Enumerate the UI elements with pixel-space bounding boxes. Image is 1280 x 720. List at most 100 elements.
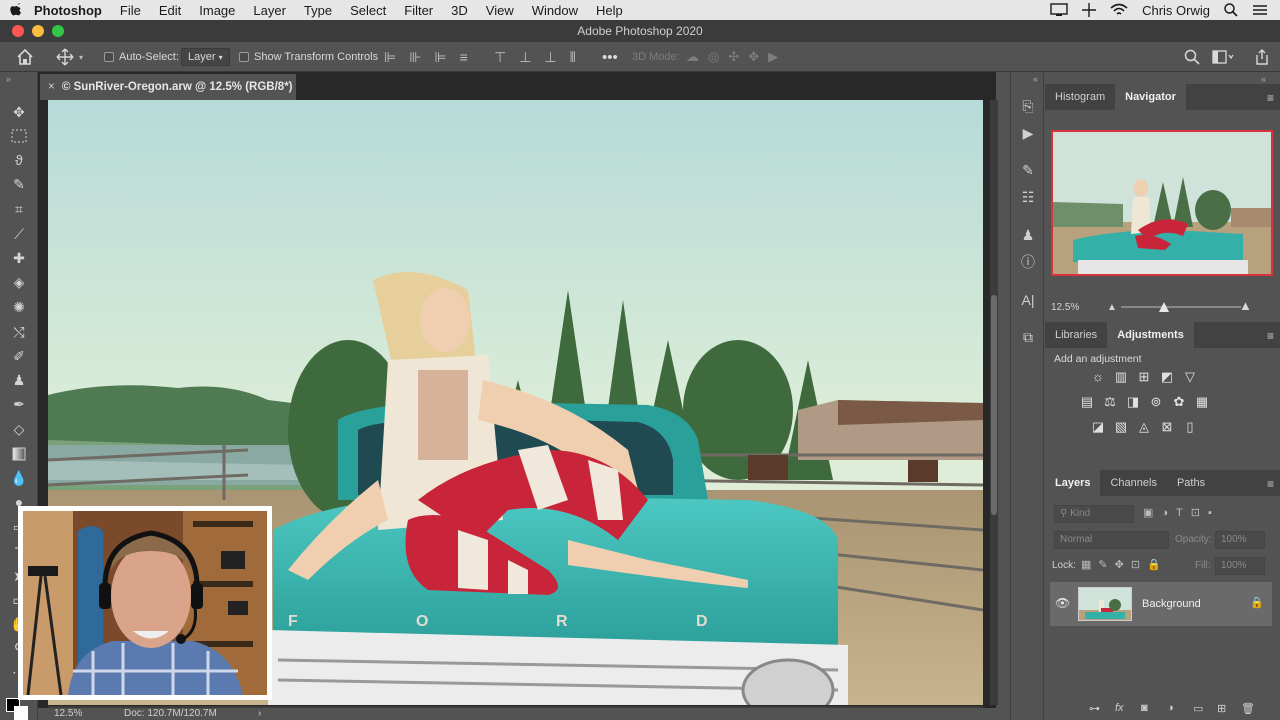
add-mask-icon[interactable]: ◙ [1141, 702, 1148, 714]
tab-navigator[interactable]: Navigator [1115, 84, 1186, 110]
vibrance-icon[interactable]: ▽ [1182, 369, 1198, 385]
distribute-icon[interactable]: ≡ [460, 49, 468, 65]
zoom-window-button[interactable] [52, 25, 64, 37]
align-middle-icon[interactable]: ⊥ [519, 49, 531, 66]
layer-row-background[interactable]: 👁 Background 🔒 [1050, 582, 1272, 626]
orbit-3d-icon[interactable]: ☁ [686, 49, 699, 65]
minimize-window-button[interactable] [32, 25, 44, 37]
tab-histogram[interactable]: Histogram [1045, 84, 1115, 110]
menu-3d[interactable]: 3D [451, 3, 468, 18]
blend-mode-dropdown[interactable]: Normal [1054, 531, 1169, 549]
tab-paths[interactable]: Paths [1167, 470, 1215, 496]
channel-mixer-icon[interactable]: ✿ [1171, 394, 1187, 410]
auto-select-dropdown[interactable]: Layer ▾ [181, 42, 230, 72]
delete-layer-icon[interactable]: 🗑 [1241, 702, 1255, 715]
tab-libraries[interactable]: Libraries [1045, 322, 1107, 348]
move-tool-icon[interactable]: ✥ [9, 102, 29, 122]
history-brush-tool-icon[interactable]: ✒ [9, 394, 29, 414]
hue-saturation-icon[interactable]: ▤ [1079, 394, 1095, 410]
new-layer-icon[interactable]: ⊞ [1217, 702, 1226, 715]
marquee-tool-icon[interactable] [9, 126, 29, 146]
menu-view[interactable]: View [486, 3, 514, 18]
clone-source-icon[interactable]: ♟ [1019, 226, 1037, 244]
align-left-icon[interactable]: ⊫ [384, 49, 396, 66]
new-group-icon[interactable]: ▭ [1193, 702, 1203, 715]
layer-kind-filter[interactable]: ⚲ Kind [1054, 505, 1134, 523]
zoom-out-icon[interactable]: ▲ [1107, 302, 1117, 313]
properties-sliders-icon[interactable]: ☷ [1019, 188, 1037, 206]
collapse-chevron-icon[interactable]: « [1261, 74, 1266, 84]
gradient-map-icon[interactable]: ▯ [1182, 419, 1198, 435]
panel-menu-icon[interactable]: ≡ [1267, 477, 1274, 491]
close-tab-icon[interactable]: × [48, 81, 55, 93]
auto-select-checkbox[interactable]: Auto-Select: [104, 42, 179, 72]
vertical-scrollbar[interactable] [990, 100, 998, 705]
menu-filter[interactable]: Filter [404, 3, 433, 18]
spotlight-search-icon[interactable] [1224, 3, 1238, 17]
levels-icon[interactable]: ▥ [1113, 369, 1129, 385]
more-options-icon[interactable]: ••• [602, 42, 618, 72]
actions-play-icon[interactable]: ▶ [1019, 124, 1037, 142]
menu-edit[interactable]: Edit [159, 3, 181, 18]
healing-brush-tool-icon[interactable]: ✚ [9, 248, 29, 268]
tab-layers[interactable]: Layers [1045, 470, 1101, 496]
user-name[interactable]: Chris Orwig [1142, 3, 1210, 18]
info-icon[interactable]: ⓘ [1019, 253, 1037, 271]
status-zoom[interactable]: 12.5% [54, 708, 82, 720]
eraser-tool-icon[interactable]: ◇ [9, 419, 29, 439]
character-panel-icon[interactable]: A| [1019, 291, 1037, 309]
curves-icon[interactable]: ⊞ [1136, 369, 1152, 385]
navigator-zoom-slider[interactable] [1121, 306, 1241, 308]
lasso-tool-icon[interactable]: ϑ [9, 150, 29, 170]
collapse-chevron-icon[interactable]: « [1033, 74, 1038, 84]
search-icon[interactable] [1184, 42, 1200, 72]
display-icon[interactable] [1050, 3, 1068, 17]
brightness-contrast-icon[interactable]: ☼ [1090, 369, 1106, 385]
move-tool-preset-icon[interactable]: ▾ [56, 42, 83, 72]
brush-settings-icon[interactable]: ✎ [1019, 161, 1037, 179]
workspace-icon[interactable] [1212, 42, 1234, 72]
status-menu-chevron-icon[interactable]: › [258, 708, 261, 720]
menu-select[interactable]: Select [350, 3, 386, 18]
menu-help[interactable]: Help [596, 3, 623, 18]
layer-name[interactable]: Background [1142, 598, 1201, 610]
menu-file[interactable]: File [120, 3, 141, 18]
exposure-icon[interactable]: ◩ [1159, 369, 1175, 385]
new-adjustment-layer-icon[interactable]: ◑ [1167, 702, 1174, 714]
panel-menu-icon[interactable]: ≡ [1267, 91, 1274, 105]
collapse-chevron-icon[interactable]: » [6, 74, 11, 84]
opacity-field[interactable]: 100% [1215, 531, 1265, 549]
quick-selection-tool-icon[interactable]: ✎ [9, 174, 29, 194]
zoom-in-icon[interactable]: ▲ [1239, 298, 1252, 313]
tab-adjustments[interactable]: Adjustments [1107, 322, 1194, 348]
layer-style-fx-icon[interactable]: fx [1115, 702, 1124, 714]
close-window-button[interactable] [12, 25, 24, 37]
patch-tool-icon[interactable]: ◈ [9, 272, 29, 292]
photo-filter-icon[interactable]: ⊚ [1148, 394, 1164, 410]
selective-color-icon[interactable]: ⊠ [1159, 419, 1175, 435]
document-tab[interactable]: × © SunRiver-Oregon.arw @ 12.5% (RGB/8*) [40, 74, 296, 100]
navigator-zoom-value[interactable]: 12.5% [1051, 302, 1079, 313]
show-transform-checkbox[interactable]: Show Transform Controls [239, 42, 378, 72]
red-eye-tool-icon[interactable]: ⤭ [9, 322, 29, 342]
share-icon[interactable] [1254, 42, 1270, 72]
slide-3d-icon[interactable]: ✥ [748, 49, 759, 65]
color-balance-icon[interactable]: ⚖ [1102, 394, 1118, 410]
menu-window[interactable]: Window [532, 3, 578, 18]
eyedropper-tool-icon[interactable]: ⟋ [9, 224, 29, 244]
app-menu[interactable]: Photoshop [34, 3, 102, 18]
menu-layer[interactable]: Layer [253, 3, 286, 18]
lock-icons[interactable]: ▦✎✥⊡🔒 [1081, 558, 1168, 571]
menu-image[interactable]: Image [199, 3, 235, 18]
posterize-icon[interactable]: ▧ [1113, 419, 1129, 435]
glyphs-panel-icon[interactable]: ⧉ [1019, 328, 1037, 346]
align-top-icon[interactable]: ⊤ [494, 49, 506, 66]
home-icon[interactable] [16, 42, 34, 72]
move-arrows-icon[interactable] [1082, 3, 1097, 17]
content-aware-icon[interactable]: ✺ [9, 297, 29, 317]
crop-tool-icon[interactable]: ⌗ [9, 199, 29, 219]
scale-3d-icon[interactable]: ▶ [768, 49, 778, 65]
link-layers-icon[interactable]: ⊶ [1089, 702, 1100, 715]
invert-icon[interactable]: ◪ [1090, 419, 1106, 435]
panel-menu-icon[interactable]: ≡ [1267, 329, 1274, 343]
